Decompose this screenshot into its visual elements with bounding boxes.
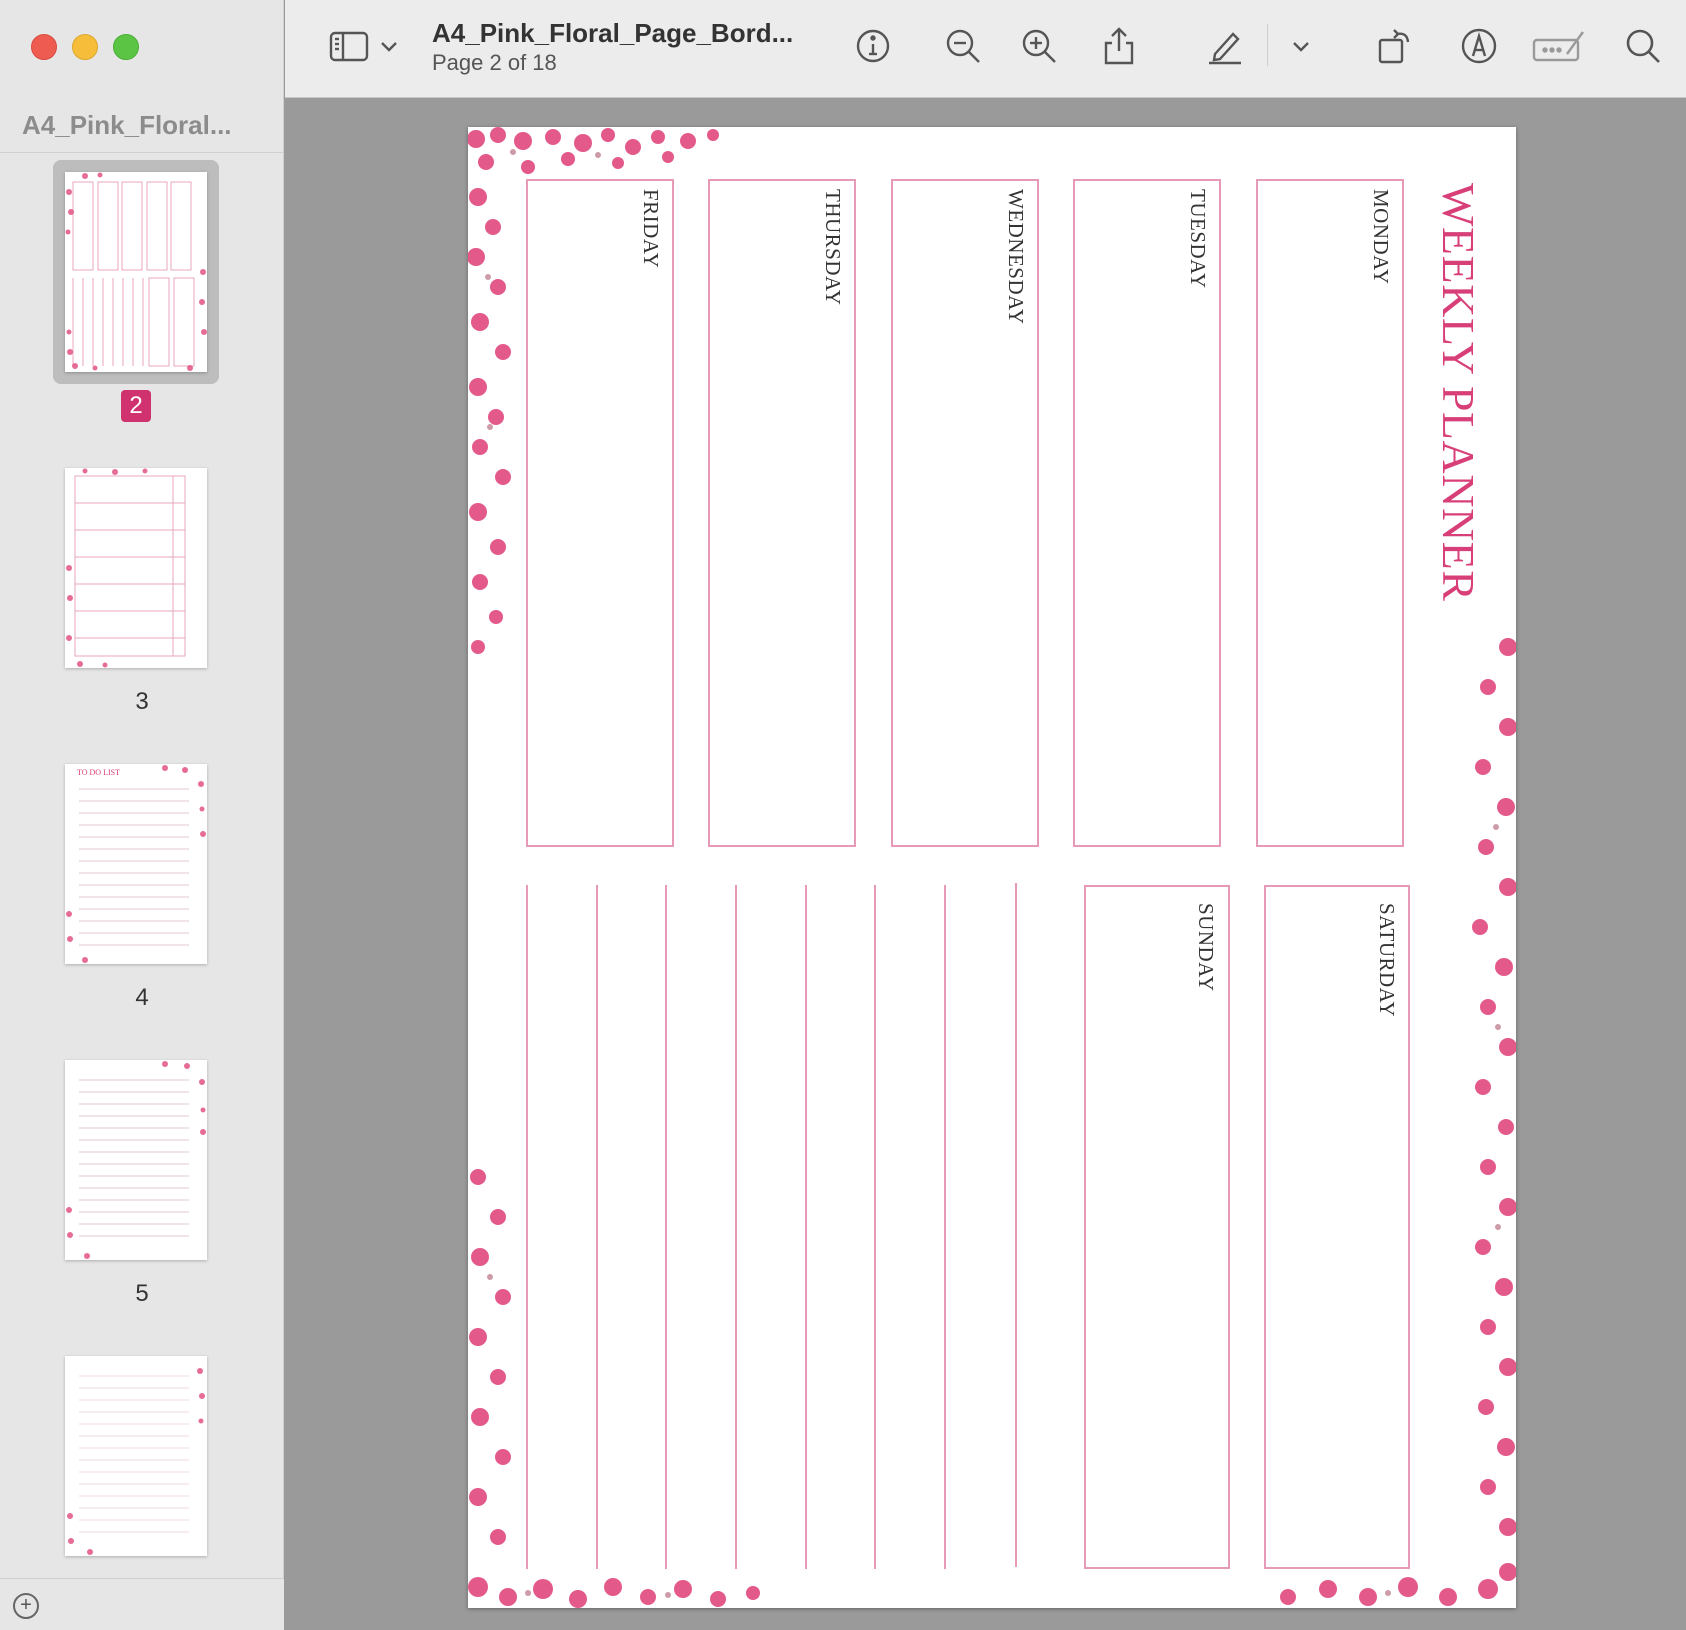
friday-box[interactable] [526, 179, 674, 847]
markup-icon[interactable] [1455, 22, 1503, 70]
window-controls [31, 34, 139, 60]
thumbnail-page-5[interactable] [65, 1060, 207, 1260]
search-icon[interactable] [1619, 22, 1667, 70]
zoom-window-button[interactable] [113, 34, 139, 60]
thumbnail-page-number-selected: 2 [121, 390, 151, 422]
document-title: A4_Pink_Floral_Page_Bord... [432, 18, 794, 48]
friday-label: FRIDAY [639, 189, 663, 269]
saturday-label: SATURDAY [1375, 903, 1399, 1018]
sidebar-document-title: A4_Pink_Floral... [22, 110, 232, 140]
thumbnail-page-2[interactable] [65, 172, 207, 372]
thumbnail-sidebar: A4_Pink_Floral... 2 3 TO DO LIST 4 5 + [0, 0, 284, 1630]
add-page-button[interactable]: + [13, 1593, 39, 1619]
notes-line [596, 885, 598, 1569]
monday-label: MONDAY [1369, 189, 1393, 285]
sidebar-toggle-icon[interactable] [325, 22, 373, 70]
thumbnail-page-4-preview [66, 765, 206, 963]
thumbnail-page-2-preview [65, 172, 207, 371]
thumbnail-page-6-preview [67, 1368, 205, 1555]
page-indicator: Page 2 of 18 [432, 50, 557, 75]
sidebar-footer: + [0, 1578, 284, 1630]
thumbnail-page-6[interactable] [65, 1356, 207, 1556]
form-fill-icon[interactable] [1527, 22, 1591, 70]
thumbnail-page-number: 5 [135, 1280, 149, 1307]
notes-line [944, 885, 946, 1569]
chevron-down-icon[interactable] [377, 22, 401, 70]
tuesday-label: TUESDAY [1186, 189, 1210, 289]
notes-line [805, 885, 807, 1569]
weekly-planner-title: WEEKLY PLANNER [1433, 183, 1484, 602]
close-window-button[interactable] [31, 34, 57, 60]
rotate-icon[interactable] [1371, 22, 1419, 70]
notes-line [735, 885, 737, 1569]
thumbnail-page-3-preview [66, 468, 186, 668]
thumbnail-page-3[interactable] [65, 468, 207, 668]
minimize-window-button[interactable] [72, 34, 98, 60]
pdf-page: WEEKLY PLANNER MONDAY TUESDAY WEDNESDAY … [468, 127, 1516, 1608]
sidebar-divider [0, 152, 284, 153]
highlight-pen-icon[interactable] [1201, 22, 1249, 70]
thumbnail-page-number: 3 [135, 688, 149, 715]
wednesday-label: WEDNESDAY [1004, 189, 1028, 325]
notes-line [665, 885, 667, 1569]
thumbnail-page-4[interactable]: TO DO LIST [65, 764, 207, 964]
chevron-down-icon[interactable] [1289, 22, 1313, 70]
thumbnail-to-do-list-label: TO DO LIST [77, 768, 120, 777]
share-icon[interactable] [1095, 22, 1143, 70]
thumbnail-page-5-preview [66, 1061, 206, 1259]
sunday-label: SUNDAY [1194, 903, 1218, 992]
thursday-label: THURSDAY [821, 189, 845, 306]
toolbar: A4_Pink_Floral_Page_Bord... Page 2 of 18 [285, 0, 1686, 98]
notes-line [1015, 883, 1017, 1567]
zoom-in-icon[interactable] [1015, 22, 1063, 70]
info-icon[interactable] [849, 22, 897, 70]
notes-line [526, 885, 528, 1569]
toolbar-separator [1267, 24, 1268, 66]
notes-line [874, 885, 876, 1569]
zoom-out-icon[interactable] [939, 22, 987, 70]
thumbnail-page-number: 4 [135, 984, 149, 1011]
